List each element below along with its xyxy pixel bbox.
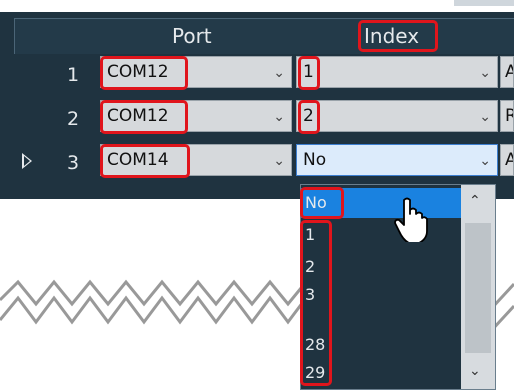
chevron-down-icon[interactable]: ⌄	[479, 153, 491, 169]
highlight-dropdown-no	[300, 187, 344, 219]
index-combo-open[interactable]: No ⌄	[296, 144, 498, 176]
highlight-port-1	[100, 56, 188, 90]
chevron-down-icon[interactable]: ⌄	[479, 109, 491, 125]
highlight-port-2	[100, 100, 188, 134]
chevron-down-icon[interactable]: ⌄	[273, 65, 285, 81]
scrollbar-thumb[interactable]	[465, 223, 491, 353]
index-combo[interactable]: 1 ⌄	[296, 56, 498, 88]
highlight-dropdown-numbers	[300, 220, 332, 386]
index-value: No	[303, 150, 327, 170]
column-header-port[interactable]: Port	[172, 24, 212, 48]
chevron-down-icon[interactable]: ⌄	[273, 153, 285, 169]
extra-cell[interactable]: A	[500, 144, 514, 176]
top-tab	[454, 0, 514, 6]
highlight-port-3	[100, 144, 190, 178]
current-row-arrow-icon	[22, 153, 32, 169]
row-number: 2	[66, 108, 80, 130]
index-combo[interactable]: 2 ⌄	[296, 100, 498, 132]
chevron-down-icon[interactable]: ⌄	[273, 109, 285, 125]
extra-cell[interactable]: A	[500, 56, 514, 88]
chevron-down-icon[interactable]: ⌄	[479, 65, 491, 81]
row-number: 3	[66, 152, 80, 174]
chevron-up-icon[interactable]: ⌃	[469, 193, 481, 209]
hand-pointer-cursor-icon	[394, 197, 428, 242]
highlight-index-1	[298, 56, 320, 90]
grid-header	[14, 18, 514, 54]
row-number: 1	[66, 64, 80, 86]
chevron-down-icon[interactable]: ⌄	[469, 363, 481, 379]
extra-cell[interactable]: R	[500, 100, 514, 132]
top-strip	[0, 0, 514, 12]
highlight-index-2	[298, 100, 320, 134]
highlight-index-header	[358, 20, 438, 52]
